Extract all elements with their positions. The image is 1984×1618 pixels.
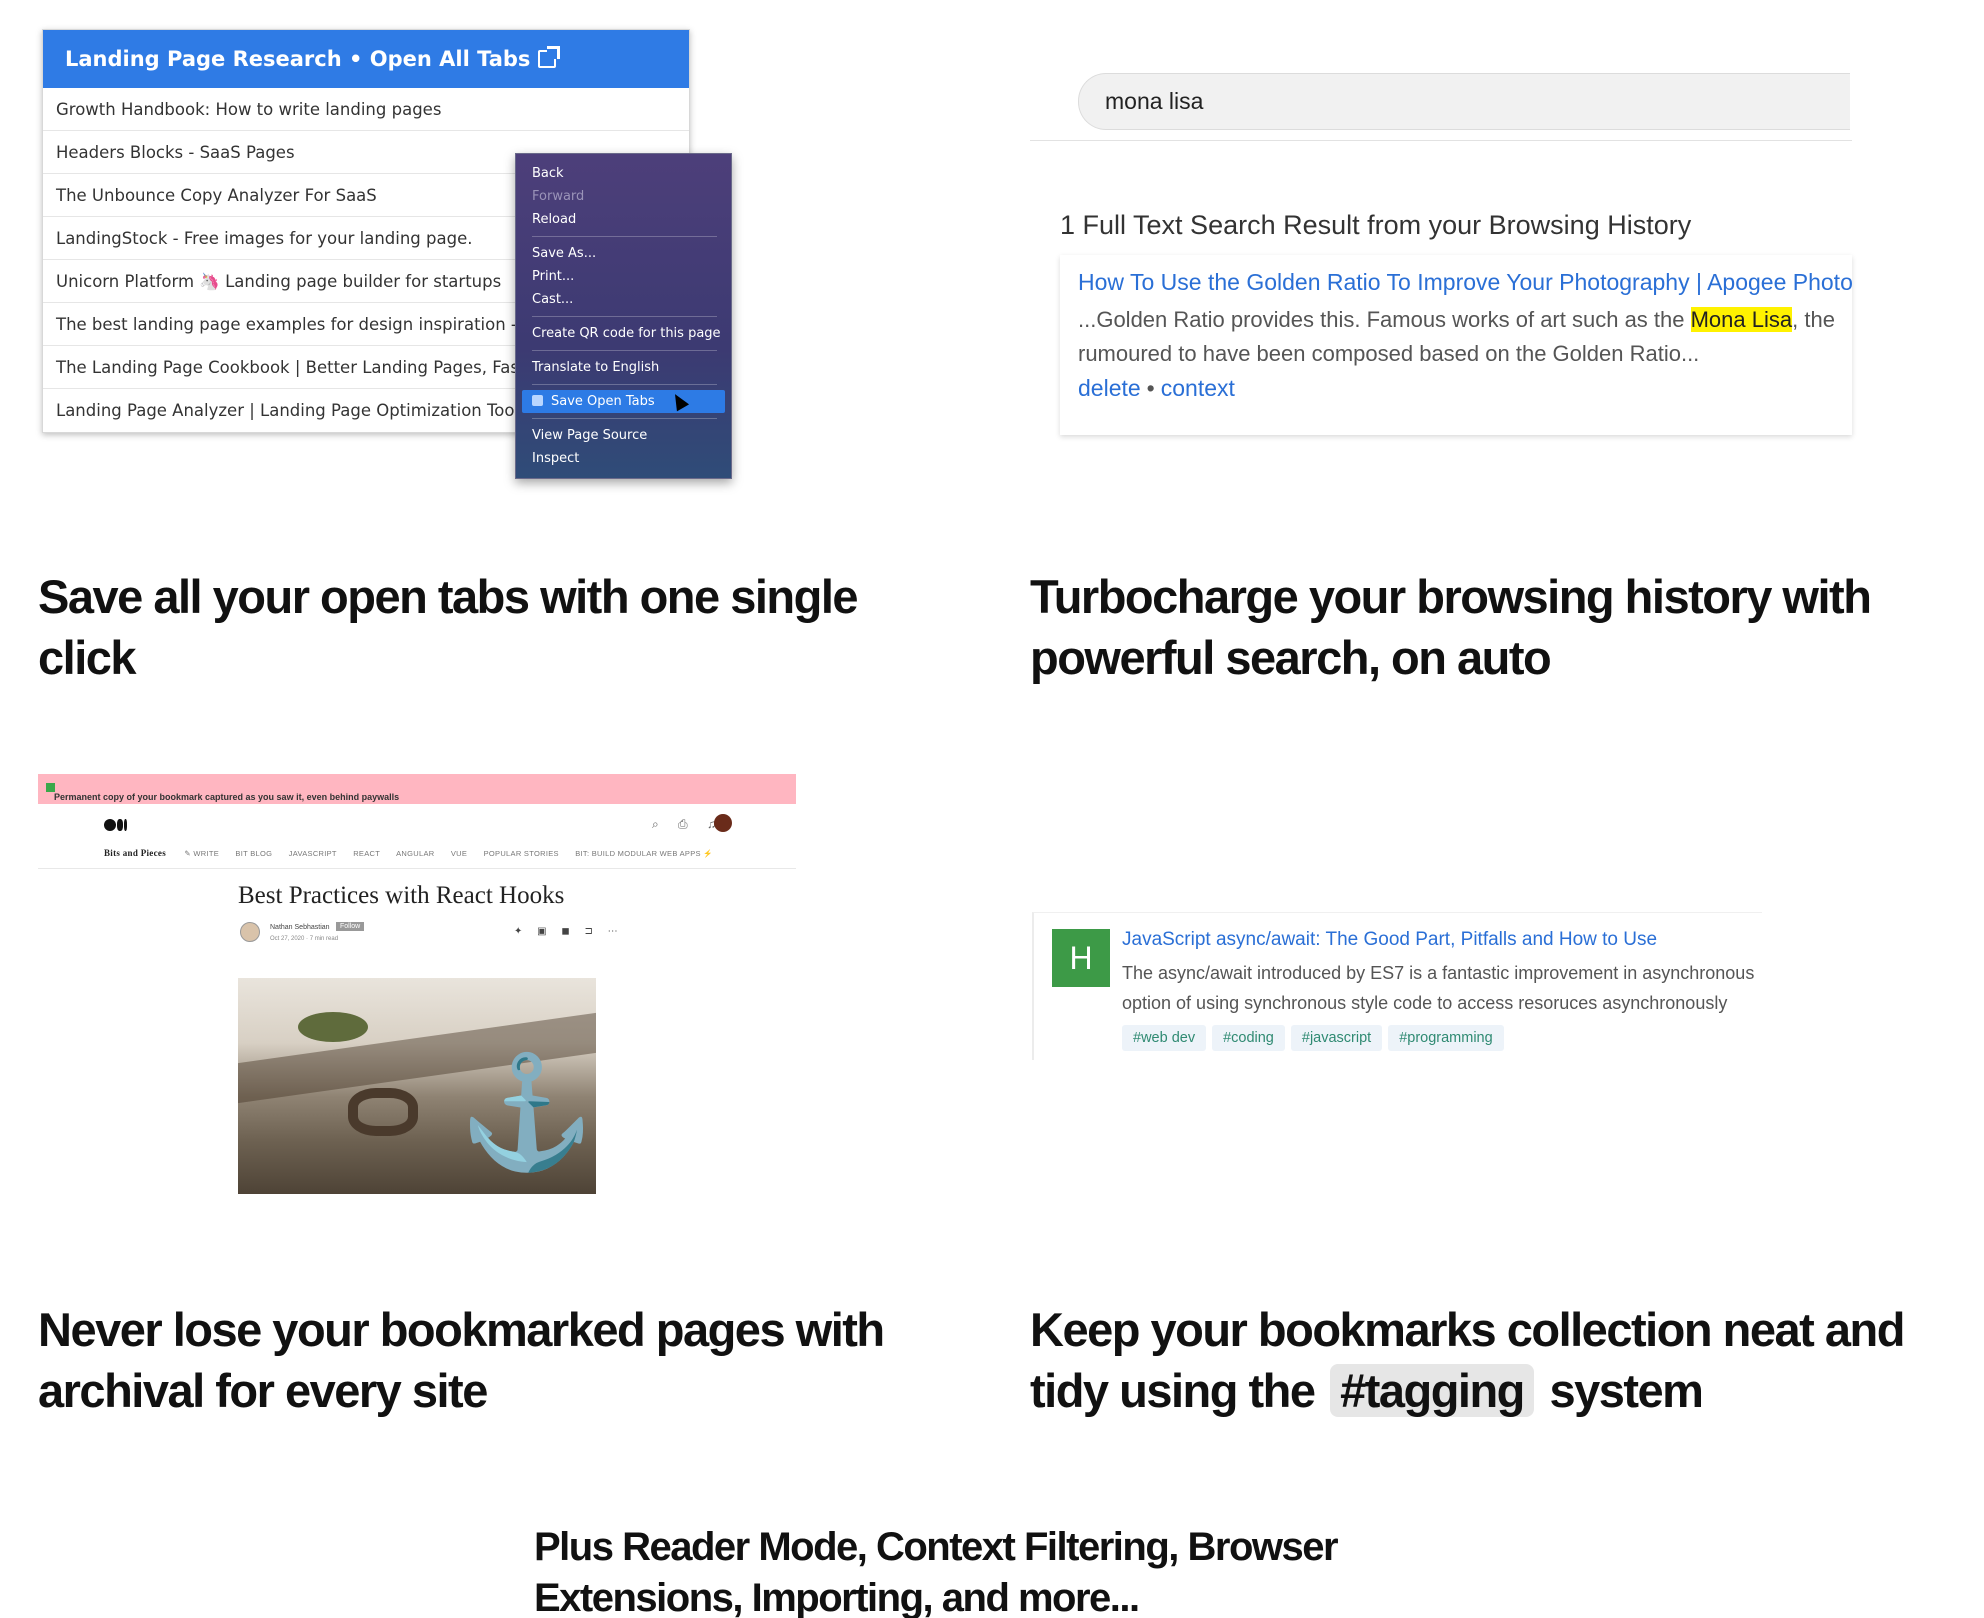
archived-page-preview: Permanent copy of your bookmark captured…	[38, 774, 796, 1194]
author-name: Nathan Sebhastian	[270, 924, 330, 931]
menu-cast[interactable]: Cast...	[516, 288, 731, 311]
search-highlight: Mona Lisa	[1690, 307, 1793, 332]
archive-banner: Permanent copy of your bookmark captured…	[38, 774, 796, 804]
nav-item: POPULAR STORIES	[483, 849, 559, 858]
nav-item: VUE	[450, 849, 468, 858]
menu-reload[interactable]: Reload	[516, 208, 731, 231]
snippet-text: rumoured to have been composed based on …	[1078, 341, 1700, 366]
bookmark-avatar: H	[1052, 929, 1110, 987]
context-link[interactable]: context	[1161, 375, 1235, 401]
search-query: mona lisa	[1105, 88, 1204, 114]
context-menu: Back Forward Reload Save As... Print... …	[515, 153, 732, 479]
result-count: 1 Full Text Search Result from your Brow…	[1060, 210, 1692, 240]
archive-banner-text: Permanent copy of your bookmark captured…	[54, 792, 400, 802]
result-title-link[interactable]: How To Use the Golden Ratio To Improve Y…	[1078, 269, 1852, 296]
tag-chip[interactable]: #programming	[1388, 1025, 1504, 1051]
nav-item: ANGULAR	[396, 849, 435, 858]
nav-item: JAVASCRIPT	[288, 849, 337, 858]
result-snippet: ...Golden Ratio provides this. Famous wo…	[1078, 303, 1852, 371]
result-actions: delete • context	[1078, 375, 1235, 402]
menu-save-open-tabs-label: Save Open Tabs	[551, 394, 655, 409]
external-link-icon	[538, 46, 561, 68]
article-hero-image: ⚓	[238, 978, 596, 1194]
menu-inspect[interactable]: Inspect	[516, 447, 731, 470]
menu-separator	[532, 418, 717, 419]
tag-chip[interactable]: #javascript	[1290, 1025, 1383, 1051]
extension-icon	[532, 395, 543, 406]
nav-item: REACT	[353, 849, 381, 858]
description-line: The async/await introduced by ES7 is a f…	[1122, 963, 1755, 983]
menu-separator	[532, 236, 717, 237]
nav-item: ✎ WRITE	[184, 849, 220, 858]
feature-headline-tabs: Save all your open tabs with one single …	[38, 570, 859, 684]
menu-save-as[interactable]: Save As...	[516, 242, 731, 265]
snippet-text: ...Golden Ratio provides this. Famous wo…	[1078, 307, 1691, 332]
tab-item[interactable]: Growth Handbook: How to write landing pa…	[43, 88, 689, 131]
tagging-pill: #tagging	[1330, 1364, 1534, 1417]
nav-item: BIT BLOG	[235, 849, 273, 858]
delete-link[interactable]: delete	[1078, 375, 1141, 401]
description-line: option of using synchronous style code t…	[1122, 993, 1728, 1013]
headline-text: system	[1549, 1364, 1704, 1417]
tag-chip[interactable]: #web dev	[1122, 1025, 1207, 1051]
menu-save-open-tabs[interactable]: Save Open Tabs	[522, 390, 725, 413]
share-icons: ✦ ▣ ◼ ⊐ ⋯	[514, 926, 624, 937]
bookmark-title-link[interactable]: JavaScript async/await: The Good Part, P…	[1122, 929, 1657, 951]
menu-view-source[interactable]: View Page Source	[516, 424, 731, 447]
search-input[interactable]: mona lisa	[1078, 73, 1850, 130]
menu-print[interactable]: Print...	[516, 265, 731, 288]
menu-separator	[532, 384, 717, 385]
feature-headline-search: Turbocharge your browsing history with p…	[1030, 570, 1872, 684]
menu-separator	[532, 316, 717, 317]
action-separator: •	[1146, 375, 1155, 401]
menu-create-qr[interactable]: Create QR code for this page	[516, 322, 731, 345]
author-avatar	[240, 922, 260, 942]
divider	[38, 868, 796, 869]
bookmark-tags: #web dev #coding #javascript #programming	[1122, 1025, 1510, 1051]
medium-logo-icon	[104, 818, 128, 836]
feature-headline-archive: Never lose your bookmarked pages with ar…	[38, 1303, 885, 1417]
bookmark-card: H JavaScript async/await: The Good Part,…	[1032, 912, 1762, 1060]
menu-forward: Forward	[532, 189, 585, 204]
divider	[1030, 140, 1852, 141]
nav-item: BIT: BUILD MODULAR WEB APPS ⚡	[575, 849, 713, 858]
avatar	[714, 814, 732, 832]
search-result-card: How To Use the Golden Ratio To Improve Y…	[1060, 255, 1852, 435]
snippet-text: , the	[1792, 307, 1835, 332]
collection-title: Landing Page Research • Open All Tabs	[65, 47, 531, 71]
feature-headline-tagging: Keep your bookmarks collection neat and …	[1030, 1299, 1970, 1421]
article-title: Best Practices with React Hooks	[238, 882, 565, 909]
checkmark-icon	[46, 783, 55, 792]
article-date: Oct 27, 2020 · 7 min read	[270, 936, 339, 942]
anchor-icon: ⚓	[458, 1051, 595, 1174]
bookmark-description: The async/await introduced by ES7 is a f…	[1122, 958, 1762, 1018]
publication-nav: Bits and Pieces ✎ WRITE BIT BLOG JAVASCR…	[104, 848, 727, 858]
open-all-tabs-header[interactable]: Landing Page Research • Open All Tabs	[43, 30, 689, 88]
menu-translate[interactable]: Translate to English	[516, 356, 731, 379]
publication-name: Bits and Pieces	[104, 848, 166, 858]
more-features-headline: Plus Reader Mode, Context Filtering, Bro…	[534, 1525, 1339, 1618]
follow-button: Follow	[336, 922, 365, 931]
tag-chip[interactable]: #coding	[1212, 1025, 1285, 1051]
menu-separator	[532, 350, 717, 351]
menu-back[interactable]: Back	[516, 162, 731, 185]
